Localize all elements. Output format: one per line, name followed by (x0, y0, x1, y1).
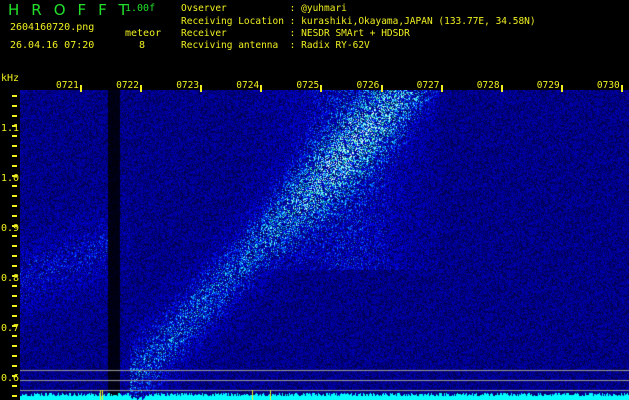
meteor-count: 8 (139, 40, 146, 51)
info-receiver: Receiver : NESDR SMArt + HDSDR (181, 28, 410, 39)
time-label: 0721 (56, 80, 79, 91)
time-label: 0722 (116, 80, 139, 91)
freq-tick (12, 185, 17, 187)
file-name: 2604160720.png (10, 22, 95, 33)
info-antenna: Recviving antenna : Radix RY-62V (181, 40, 370, 51)
time-tick (500, 85, 503, 92)
time-tick (200, 85, 203, 92)
freq-tick (12, 105, 17, 107)
time-label: 0726 (356, 80, 380, 91)
time-tick (260, 85, 263, 92)
freq-tick (12, 165, 17, 167)
freq-tick (12, 365, 17, 367)
time-label: 0723 (176, 80, 200, 91)
time-label: 0728 (476, 80, 500, 91)
freq-tick (12, 125, 17, 127)
freq-tick (12, 295, 17, 297)
freq-tick (12, 235, 17, 237)
time-label: 0724 (236, 80, 260, 91)
freq-tick (12, 395, 17, 397)
freq-tick (12, 385, 17, 387)
freq-tick (12, 375, 17, 377)
time-label: 0727 (416, 80, 440, 91)
app-title: HROFFT (8, 1, 140, 19)
freq-tick (12, 335, 17, 337)
time-tick (620, 85, 623, 92)
freq-tick (12, 215, 17, 217)
time-label: 0729 (536, 80, 560, 91)
time-tick (440, 85, 443, 92)
freq-tick (12, 285, 17, 287)
freq-tick (12, 155, 17, 157)
freq-tick (12, 345, 17, 347)
info-observer: Ovserver : @yuhmari (181, 3, 347, 14)
freq-tick (12, 355, 17, 357)
time-tick (80, 85, 82, 92)
freq-tick (12, 255, 17, 257)
freq-tick (12, 195, 17, 197)
freq-tick (12, 325, 17, 327)
freq-tick (12, 135, 17, 137)
y-axis-unit: kHz (1, 73, 20, 84)
freq-tick (12, 265, 17, 267)
freq-tick (12, 175, 17, 177)
time-tick (140, 85, 143, 92)
freq-tick (12, 315, 17, 317)
freq-tick (12, 115, 17, 117)
spectrogram (20, 90, 629, 400)
date-time: 26.04.16 07:20 (10, 40, 95, 51)
meteor-label: meteor (125, 28, 162, 39)
info-location: Receiving Location : kurashiki,Okayama,J… (181, 16, 536, 27)
freq-tick (12, 245, 17, 247)
time-label: 0725 (296, 80, 320, 91)
freq-tick (12, 95, 17, 97)
version: 1.00f (125, 3, 156, 14)
time-tick (380, 85, 383, 92)
time-tick (320, 85, 323, 92)
time-tick (560, 85, 563, 92)
time-label: 0730 (596, 80, 620, 91)
freq-tick (12, 145, 17, 147)
freq-tick (12, 225, 17, 227)
freq-tick (12, 205, 17, 207)
freq-tick (12, 275, 17, 277)
freq-tick (12, 305, 17, 307)
